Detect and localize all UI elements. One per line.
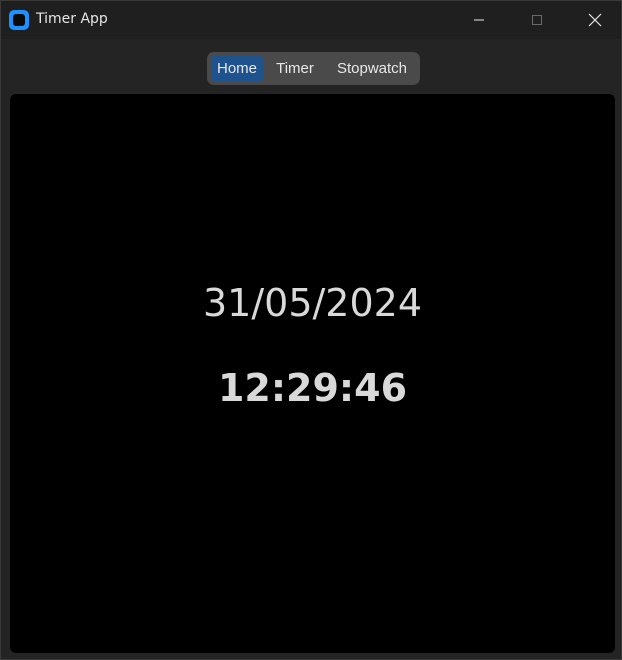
minimize-button[interactable] [450, 1, 508, 39]
minimize-icon [474, 19, 484, 21]
window-title: Timer App [36, 11, 108, 27]
title-bar[interactable]: Timer App [1, 1, 621, 39]
maximize-icon [532, 15, 542, 25]
home-panel: 31/05/2024 12:29:46 [10, 94, 615, 653]
maximize-button[interactable] [508, 1, 566, 39]
tab-home[interactable]: Home [211, 55, 263, 82]
app-icon [9, 10, 29, 30]
close-icon [588, 13, 602, 27]
tab-bar: Home Timer Stopwatch [207, 52, 420, 85]
time-display: 12:29:46 [217, 366, 408, 410]
tab-stopwatch[interactable]: Stopwatch [329, 55, 415, 82]
close-button[interactable] [566, 1, 622, 39]
tab-timer[interactable]: Timer [269, 55, 321, 82]
date-display: 31/05/2024 [202, 281, 423, 325]
app-window: Timer App Home Timer Stopwatch 31/05/202… [0, 0, 622, 660]
